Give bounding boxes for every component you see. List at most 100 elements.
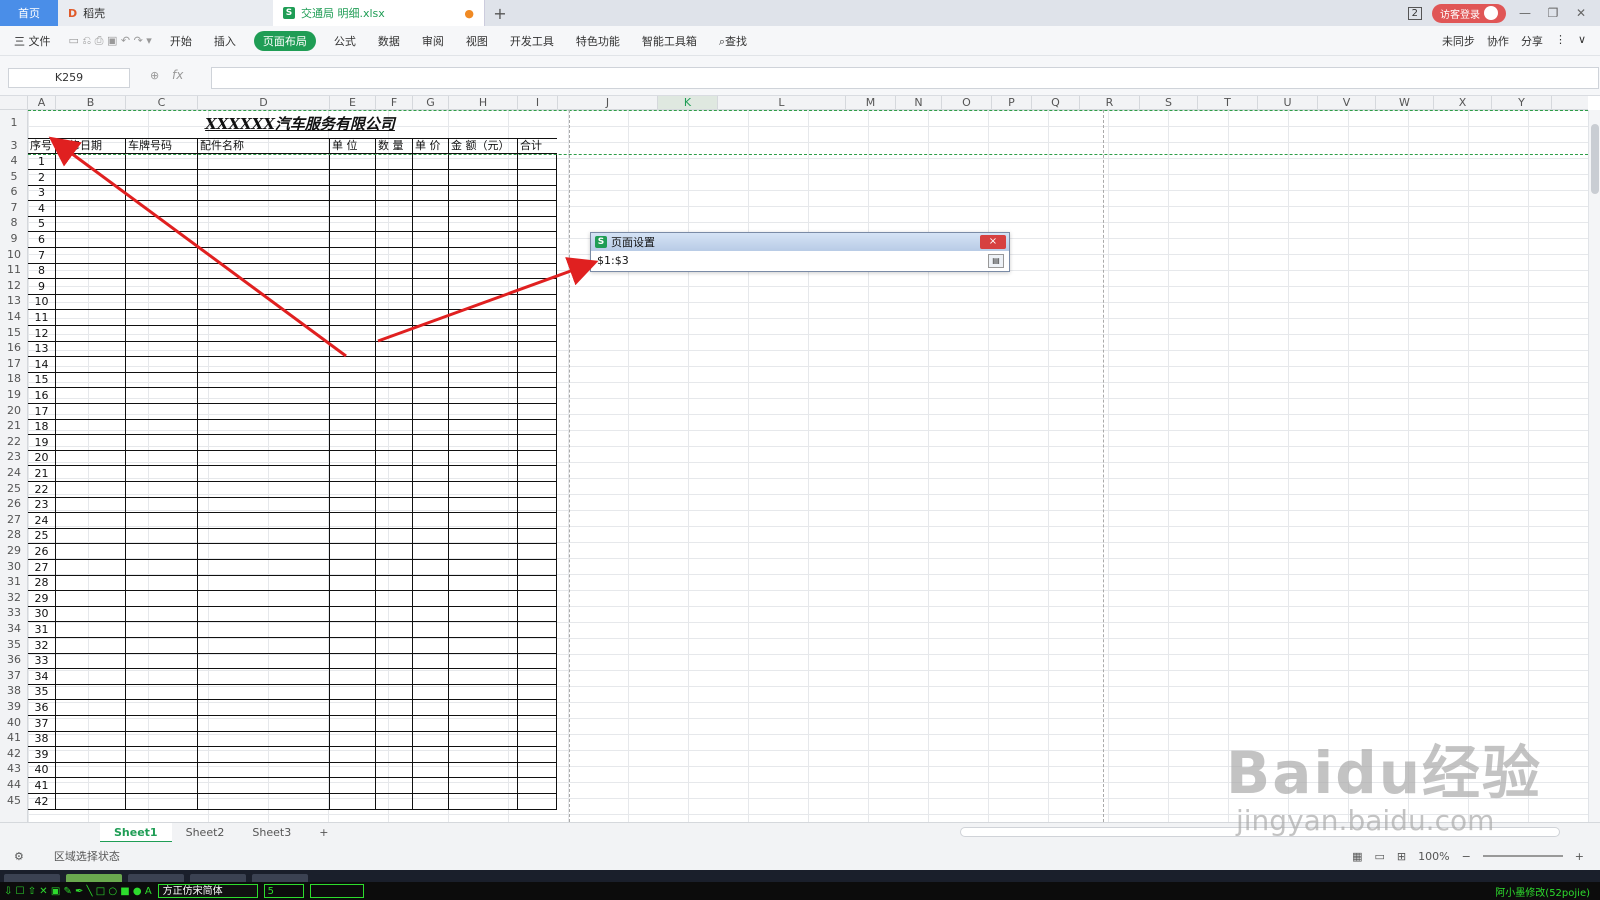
table-cell[interactable] (448, 278, 517, 295)
serial-cell[interactable]: 6 (28, 232, 55, 248)
sheet-title[interactable]: XXXXXX汽车服务有限公司 (55, 110, 545, 138)
select-all-corner[interactable] (0, 96, 28, 110)
table-cell[interactable] (448, 200, 517, 217)
table-cell[interactable] (412, 169, 448, 186)
table-cell[interactable] (55, 778, 125, 794)
table-cell[interactable] (375, 247, 412, 264)
serial-cell[interactable]: 38 (28, 731, 55, 747)
table-cell[interactable] (412, 622, 448, 638)
table-cell[interactable] (125, 341, 197, 358)
table-cell[interactable] (412, 278, 448, 295)
serial-cell[interactable]: 18 (28, 419, 55, 435)
table-cell[interactable] (517, 762, 557, 779)
table-cell[interactable] (448, 497, 517, 514)
table-cell[interactable] (448, 684, 517, 701)
table-cell[interactable] (517, 372, 557, 389)
row-header[interactable]: 40 (0, 716, 28, 729)
table-cell[interactable] (329, 388, 375, 404)
serial-cell[interactable]: 7 (28, 248, 55, 264)
table-cell[interactable] (55, 294, 125, 311)
menu-formula[interactable]: 公式 (330, 31, 360, 51)
column-header-u[interactable]: U (1258, 96, 1318, 109)
table-cell[interactable] (448, 310, 517, 326)
table-cell[interactable] (55, 450, 125, 467)
table-cell[interactable] (412, 216, 448, 233)
table-cell[interactable] (329, 684, 375, 701)
table-cell[interactable] (448, 419, 517, 436)
search-button[interactable]: ⌕查找 (715, 31, 751, 51)
table-cell[interactable] (55, 512, 125, 529)
row-header[interactable]: 34 (0, 622, 28, 635)
table-cell[interactable] (517, 185, 557, 202)
serial-cell[interactable]: 2 (28, 170, 55, 186)
table-cell[interactable] (412, 637, 448, 654)
table-cell[interactable] (375, 325, 412, 342)
table-cell[interactable] (448, 512, 517, 529)
table-cell[interactable] (412, 762, 448, 779)
table-cell[interactable] (375, 310, 412, 326)
table-cell[interactable] (197, 372, 329, 389)
table-cell[interactable] (197, 200, 329, 217)
table-cell[interactable] (412, 200, 448, 217)
serial-cell[interactable]: 9 (28, 279, 55, 295)
serial-cell[interactable]: 21 (28, 466, 55, 482)
table-cell[interactable] (125, 247, 197, 264)
serial-cell[interactable]: 37 (28, 716, 55, 732)
table-cell[interactable] (517, 544, 557, 560)
serial-cell[interactable]: 1 (28, 154, 55, 170)
header-cell[interactable]: 合计 (517, 139, 557, 153)
column-header-k[interactable]: K (658, 96, 718, 109)
row-header[interactable]: 35 (0, 638, 28, 651)
table-cell[interactable] (448, 559, 517, 576)
table-cell[interactable] (55, 154, 125, 170)
table-cell[interactable] (517, 278, 557, 295)
table-cell[interactable] (448, 294, 517, 311)
table-cell[interactable] (412, 559, 448, 576)
table-cell[interactable] (55, 715, 125, 732)
table-cell[interactable] (329, 419, 375, 436)
row-header[interactable]: 21 (0, 419, 28, 432)
table-cell[interactable] (125, 216, 197, 233)
table-cell[interactable] (375, 559, 412, 576)
table-cell[interactable] (517, 466, 557, 482)
table-cell[interactable] (375, 778, 412, 794)
table-cell[interactable] (197, 419, 329, 436)
column-header-r[interactable]: R (1080, 96, 1140, 109)
table-cell[interactable] (125, 154, 197, 170)
table-cell[interactable] (125, 512, 197, 529)
table-cell[interactable] (517, 403, 557, 420)
table-cell[interactable] (448, 466, 517, 482)
fx-icon[interactable]: fx (172, 68, 183, 82)
table-cell[interactable] (448, 762, 517, 779)
serial-cell[interactable]: 35 (28, 684, 55, 700)
table-cell[interactable] (517, 575, 557, 592)
table-cell[interactable] (412, 778, 448, 794)
close-icon[interactable]: ✕ (1572, 6, 1590, 20)
table-cell[interactable] (412, 497, 448, 514)
table-cell[interactable] (517, 668, 557, 685)
file-menu[interactable]: 三 文件 (10, 31, 55, 51)
table-cell[interactable] (412, 310, 448, 326)
row-header[interactable]: 6 (0, 185, 28, 198)
serial-cell[interactable]: 11 (28, 310, 55, 326)
table-cell[interactable] (125, 232, 197, 248)
table-cell[interactable] (197, 169, 329, 186)
table-cell[interactable] (517, 247, 557, 264)
table-cell[interactable] (375, 216, 412, 233)
table-cell[interactable] (197, 528, 329, 545)
serial-cell[interactable]: 4 (28, 201, 55, 217)
table-cell[interactable] (329, 731, 375, 748)
serial-cell[interactable]: 13 (28, 341, 55, 357)
column-header-w[interactable]: W (1376, 96, 1434, 109)
row-header[interactable]: 14 (0, 310, 28, 323)
table-cell[interactable] (517, 341, 557, 358)
table-cell[interactable] (197, 778, 329, 794)
table-cell[interactable] (55, 653, 125, 670)
table-cell[interactable] (125, 668, 197, 685)
table-cell[interactable] (197, 466, 329, 482)
dialog-close-button[interactable]: × (980, 235, 1006, 249)
table-cell[interactable] (55, 684, 125, 701)
table-cell[interactable] (329, 185, 375, 202)
table-cell[interactable] (329, 700, 375, 716)
table-cell[interactable] (197, 434, 329, 451)
